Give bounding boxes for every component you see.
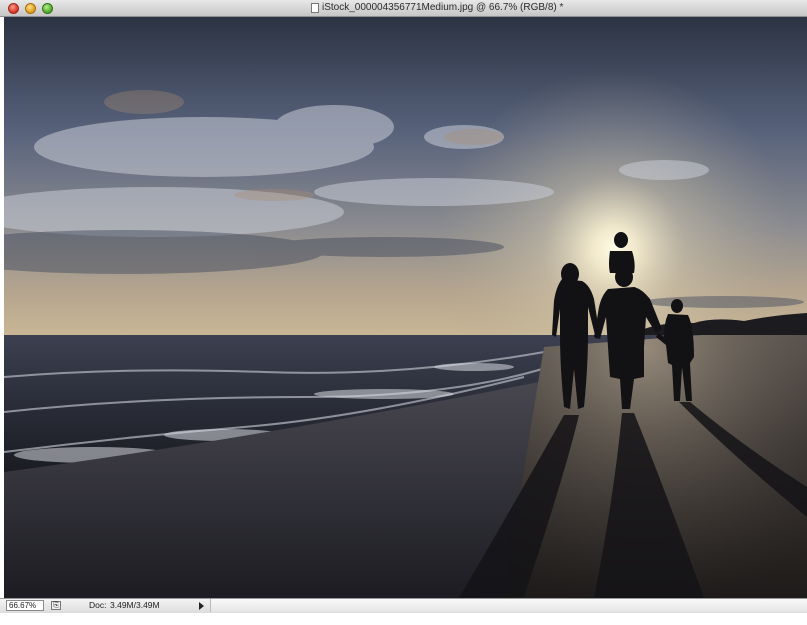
status-bar: 66.67% ⎘ Doc: 3.49M/3.49M <box>0 598 807 613</box>
window-title: iStock_000004356771Medium.jpg @ 66.7% (R… <box>322 2 564 13</box>
doc-size-value: 3.49M/3.49M <box>110 600 160 610</box>
doc-size-label: Doc: <box>89 600 107 610</box>
close-button[interactable] <box>8 3 19 14</box>
document-icon <box>311 3 319 13</box>
window-bottom-edge <box>0 613 807 625</box>
document-canvas[interactable] <box>4 17 807 598</box>
window-titlebar[interactable]: iStock_000004356771Medium.jpg @ 66.7% (R… <box>0 0 807 17</box>
export-icon[interactable]: ⎘ <box>51 601 61 610</box>
status-menu-arrow-icon[interactable] <box>199 602 204 610</box>
photo <box>4 17 807 598</box>
minimize-button[interactable] <box>25 3 36 14</box>
zoom-button[interactable] <box>42 3 53 14</box>
zoom-level-field[interactable]: 66.67% <box>6 600 44 611</box>
horizontal-scrollbar[interactable] <box>210 599 807 612</box>
